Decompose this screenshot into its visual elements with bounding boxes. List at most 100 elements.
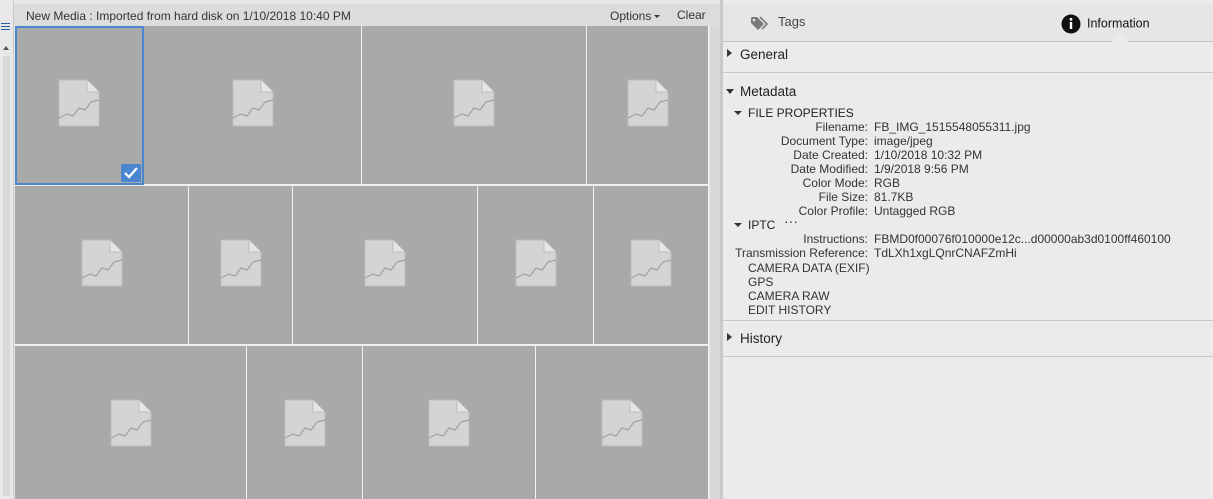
- file-properties-group[interactable]: FILE PROPERTIES: [723, 106, 1213, 120]
- divider: [723, 320, 1213, 321]
- metadata-row: Color Mode: RGB: [723, 176, 1213, 190]
- metadata-row: File Size: 81.7KB: [723, 190, 1213, 204]
- gps-group[interactable]: GPS: [748, 275, 773, 289]
- metadata-key: File Size:: [818, 190, 868, 204]
- tag-icon: [751, 15, 769, 30]
- media-thumbnail[interactable]: [15, 346, 247, 499]
- broken-file-icon: [110, 399, 151, 447]
- expand-arrow-icon: [727, 333, 732, 341]
- metadata-value: FB_IMG_1515548055311.jpg: [874, 120, 1031, 134]
- options-label: Options: [610, 9, 652, 23]
- left-gutter: [0, 0, 14, 499]
- metadata-key: Date Modified:: [790, 162, 868, 176]
- edit-history-group[interactable]: EDIT HISTORY: [748, 303, 831, 317]
- metadata-value: 81.7KB: [874, 190, 914, 204]
- tab-information-label: Information: [1087, 16, 1150, 31]
- grid-row: [15, 186, 709, 345]
- metadata-key: Filename:: [815, 120, 868, 134]
- broken-file-icon: [58, 79, 100, 127]
- section-metadata-label: Metadata: [740, 84, 797, 99]
- collapse-arrow-icon: [734, 111, 742, 115]
- media-thumbnail[interactable]: [293, 186, 478, 345]
- iptc-group[interactable]: IPTC ···: [723, 213, 1213, 232]
- grid-scrollbar[interactable]: [710, 26, 720, 499]
- metadata-row: Transmission Reference: TdLXh1xgLQnrCNAF…: [723, 246, 1213, 260]
- expand-arrow-icon: [727, 49, 732, 57]
- file-properties-title: FILE PROPERTIES: [748, 106, 854, 120]
- metadata-key: Document Type:: [780, 134, 868, 148]
- media-thumbnail[interactable]: [363, 346, 536, 499]
- metadata-value: TdLXh1xgLQnrCNAFZmHi: [874, 246, 1017, 260]
- section-metadata[interactable]: Metadata: [723, 80, 1213, 104]
- options-button[interactable]: Options: [610, 9, 661, 23]
- metadata-key: Instructions:: [803, 232, 868, 246]
- metadata-key: Color Profile:: [798, 204, 868, 218]
- broken-file-icon: [364, 239, 406, 287]
- media-thumbnail[interactable]: [594, 186, 709, 345]
- media-thumbnail[interactable]: [144, 26, 362, 185]
- broken-file-icon: [220, 239, 261, 287]
- camera-data-exif-group[interactable]: CAMERA DATA (EXIF): [748, 261, 870, 275]
- metadata-row: Date Created: 1/10/2018 10:32 PM: [723, 148, 1213, 162]
- media-header: New Media : Imported from hard disk on 1…: [14, 4, 720, 26]
- tab-information[interactable]: Information: [1061, 14, 1150, 34]
- clear-button[interactable]: Clear: [677, 8, 706, 22]
- left-scrollbar[interactable]: [3, 56, 10, 496]
- broken-file-icon: [515, 239, 556, 287]
- tab-tags[interactable]: Tags: [750, 14, 805, 31]
- broken-file-icon: [453, 79, 495, 127]
- metadata-value: RGB: [874, 176, 901, 190]
- broken-file-icon: [232, 79, 273, 127]
- section-general[interactable]: General: [723, 43, 1213, 67]
- more-options-icon[interactable]: ···: [784, 213, 798, 229]
- metadata-value: image/jpeg: [874, 134, 933, 148]
- media-thumbnail[interactable]: [536, 346, 709, 499]
- section-general-label: General: [740, 47, 789, 62]
- metadata-row: Document Type: image/jpeg: [723, 134, 1213, 148]
- active-tab-pointer: [1112, 34, 1128, 42]
- collapse-arrow-icon: [734, 223, 742, 227]
- broken-file-icon: [81, 239, 122, 287]
- broken-file-icon: [630, 239, 672, 287]
- collapse-arrow-icon: [726, 89, 734, 94]
- media-thumbnail[interactable]: [15, 186, 189, 345]
- info-panel: Tags Information General Metadata FILE P…: [723, 0, 1213, 499]
- broken-file-icon: [428, 399, 470, 447]
- section-history-label: History: [740, 331, 783, 346]
- chevron-down-icon: [654, 15, 661, 19]
- media-grid: [15, 26, 709, 499]
- media-thumbnail[interactable]: [15, 26, 144, 185]
- broken-file-icon: [601, 399, 643, 447]
- media-thumbnail[interactable]: [478, 186, 594, 345]
- metadata-row: Date Modified: 1/9/2018 9:56 PM: [723, 162, 1213, 176]
- media-title: New Media : Imported from hard disk on 1…: [26, 9, 351, 23]
- metadata-row: Filename: FB_IMG_1515548055311.jpg: [723, 120, 1213, 134]
- metadata-value: 1/10/2018 10:32 PM: [874, 148, 983, 162]
- media-thumbnail[interactable]: [587, 26, 709, 185]
- broken-file-icon: [627, 79, 668, 127]
- panel-tab-bar: Tags Information: [723, 4, 1213, 42]
- section-history[interactable]: History: [723, 327, 1213, 351]
- scroll-up-arrow-icon[interactable]: [3, 46, 9, 50]
- metadata-value: 1/9/2018 9:56 PM: [874, 162, 969, 176]
- camera-raw-group[interactable]: CAMERA RAW: [748, 289, 830, 303]
- hamburger-menu-icon[interactable]: [1, 23, 10, 32]
- checkmark-icon[interactable]: [121, 164, 141, 182]
- grid-row: [15, 26, 709, 185]
- media-thumbnail[interactable]: [189, 186, 293, 345]
- metadata-key: Color Mode:: [802, 176, 868, 190]
- metadata-key: Date Created:: [793, 148, 868, 162]
- metadata-row: Instructions: FBMD0f00076f010000e12c...d…: [723, 232, 1213, 246]
- broken-file-icon: [284, 399, 325, 447]
- metadata-value: FBMD0f00076f010000e12c...d00000ab3d0100f…: [874, 232, 1171, 246]
- iptc-title: IPTC: [748, 218, 776, 232]
- divider: [723, 356, 1213, 357]
- info-icon: [1061, 14, 1081, 34]
- grid-row: [15, 346, 709, 499]
- metadata-key: Transmission Reference:: [735, 246, 868, 260]
- tab-tags-label: Tags: [778, 14, 806, 29]
- divider: [723, 72, 1213, 73]
- metadata-value: Untagged RGB: [874, 204, 956, 218]
- media-thumbnail[interactable]: [247, 346, 363, 499]
- media-thumbnail[interactable]: [362, 26, 587, 185]
